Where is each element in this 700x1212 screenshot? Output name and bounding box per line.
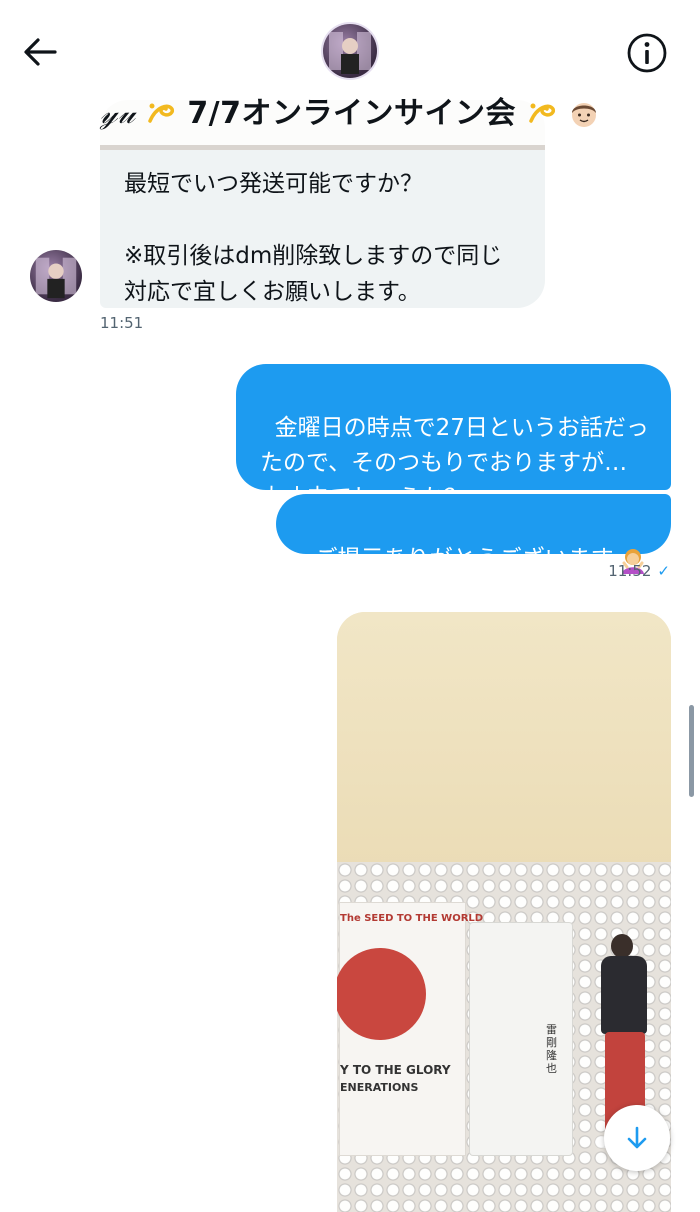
scrollbar[interactable]	[689, 705, 694, 797]
title-prefix: 𝓎𝓊	[100, 96, 136, 131]
photo-card-2: 雷剛隆也	[469, 922, 573, 1156]
red-circle-graphic	[337, 948, 426, 1040]
info-icon	[627, 33, 667, 73]
card-text-bottom: ENERATIONS	[340, 1081, 419, 1094]
title-main: 7/7オンラインサイン会	[187, 96, 517, 131]
read-check-icon: ✓	[657, 562, 670, 580]
scroll-to-bottom-button[interactable]	[604, 1105, 670, 1171]
incoming-timestamp: 11:51	[100, 314, 144, 332]
conversation-info-button[interactable]	[624, 30, 670, 76]
incoming-message-text: 最短でいつ発送可能ですか？ ※取引後はdm削除致しますので同じ 対応で宜しくお願…	[124, 171, 503, 305]
outgoing-time-text: 11:52	[608, 562, 652, 580]
avatar-image	[35, 257, 77, 299]
conversation-header: 𝓎𝓊 7/7オンラインサイン会	[0, 0, 700, 145]
card-vertical-text: 雷剛隆也	[546, 1023, 557, 1075]
card-text-mid: Y TO THE GLORY	[340, 1063, 451, 1077]
card-text-top: The SEED TO THE WORLD	[340, 913, 484, 924]
photo-card-1: The SEED TO THE WORLD Y TO THE GLORY ENE…	[337, 902, 484, 1156]
dizzy-icon	[148, 103, 175, 123]
outgoing-timestamp: 11:52 ✓	[560, 562, 670, 580]
arrow-left-icon	[24, 38, 57, 66]
outgoing-message-bubble[interactable]: ご提示ありがとうございます	[276, 494, 671, 574]
header-avatar[interactable]	[323, 24, 377, 78]
outgoing-message-bubble[interactable]: 金曜日の時点で27日というお話だっ たので、そのつもりでおりますが… 大丈夫でし…	[236, 364, 671, 511]
dizzy-icon	[529, 103, 556, 123]
conversation-title: 𝓎𝓊 7/7オンラインサイン会	[0, 88, 700, 132]
photo-background	[337, 612, 671, 872]
boy-face-icon	[571, 103, 596, 127]
avatar-image	[329, 32, 371, 74]
sender-avatar[interactable]	[30, 250, 82, 302]
back-button[interactable]	[18, 30, 62, 74]
arrow-down-icon	[627, 1126, 647, 1149]
